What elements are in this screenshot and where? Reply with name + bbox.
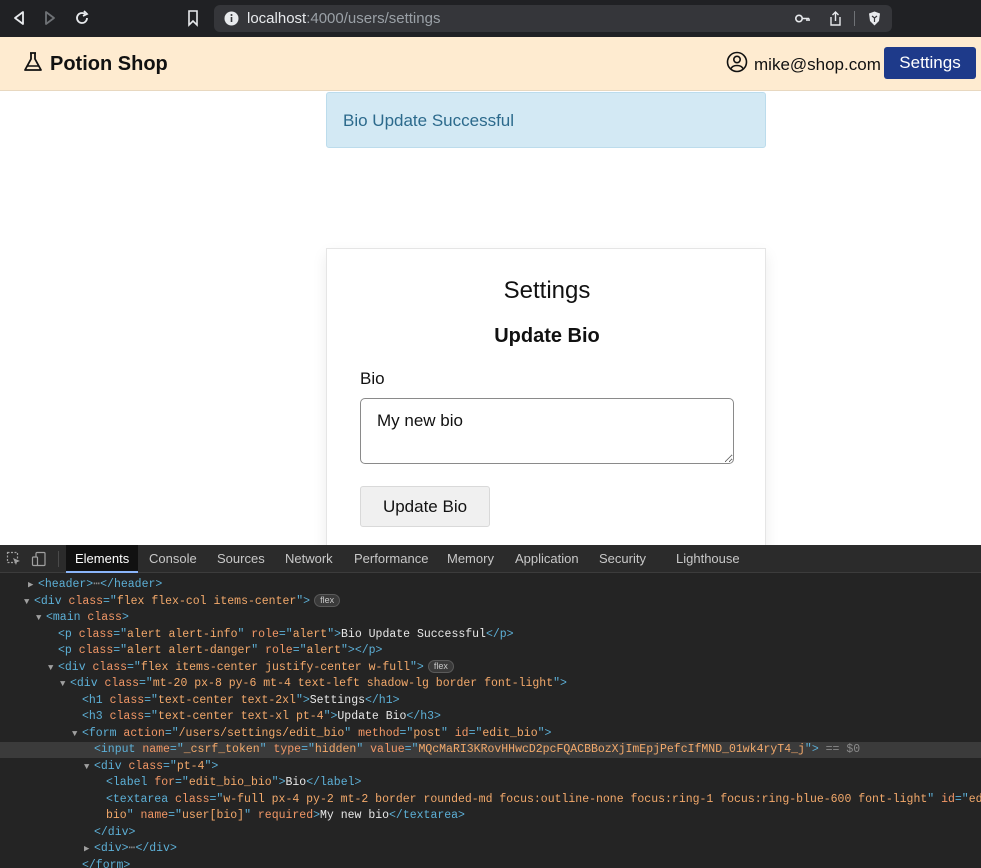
brand[interactable]: Potion Shop <box>22 51 168 78</box>
user-email: mike@shop.com <box>754 54 881 74</box>
dom-node-line[interactable]: ▼ <form action="/users/settings/edit_bio"… <box>0 726 551 742</box>
section-title: Update Bio <box>494 325 600 347</box>
dom-node-line[interactable]: ▶ <div>⋯</div> <box>0 841 177 857</box>
dom-node-line[interactable]: <p class="alert alert-info" role="alert"… <box>0 627 514 643</box>
share-icon[interactable] <box>827 10 844 27</box>
dom-node-line[interactable]: <p class="alert alert-danger" role="aler… <box>0 643 382 659</box>
tab-lighthouse[interactable]: Lighthouse <box>667 545 749 573</box>
address-bar[interactable]: localhost:4000/users/settings <box>214 5 892 32</box>
address-divider <box>854 11 855 26</box>
url-host: localhost <box>247 10 307 27</box>
tab-application[interactable]: Application <box>506 545 588 573</box>
inspect-element-icon[interactable] <box>6 551 22 567</box>
dom-node-line[interactable]: ▶ <header>⋯</header> <box>0 577 162 593</box>
user-menu[interactable]: mike@shop.com <box>726 51 881 78</box>
tab-performance[interactable]: Performance <box>345 545 437 573</box>
dom-node-line[interactable]: <label for="edit_bio_bio">Bio</label> <box>0 775 361 791</box>
browser-toolbar: localhost:4000/users/settings <box>0 0 981 37</box>
back-icon[interactable] <box>9 8 29 28</box>
dom-node-line[interactable]: bio" name="user[bio]" required>My new bi… <box>0 808 465 824</box>
tab-console[interactable]: Console <box>140 545 206 573</box>
dom-node-line[interactable]: <h1 class="text-center text-2xl">Setting… <box>0 693 400 709</box>
devtools-panel: Elements Console Sources Network Perform… <box>0 545 981 868</box>
dom-node-line[interactable]: ▼ <div class="pt-4"> <box>0 759 218 775</box>
user-avatar-icon <box>726 51 748 78</box>
tab-network[interactable]: Network <box>276 545 342 573</box>
dom-node-line[interactable]: ▼ <div class="mt-20 px-8 py-6 mt-4 text-l… <box>0 676 567 692</box>
dom-node-line[interactable]: ▼ <div class="flex items-center justify-c… <box>0 659 454 676</box>
dom-node-line[interactable]: <input name="_csrf_token" type="hidden" … <box>0 742 981 758</box>
devtools-tabbar: Elements Console Sources Network Perform… <box>0 545 981 573</box>
dom-node-line[interactable]: </div> <box>0 825 135 841</box>
bio-label: Bio <box>360 369 385 388</box>
bio-textarea[interactable]: My new bio <box>360 398 734 464</box>
tab-memory[interactable]: Memory <box>438 545 503 573</box>
dom-node-line[interactable]: ▼ <div class="flex flex-col items-center"… <box>0 593 341 610</box>
app-header: Potion Shop mike@shop.com Settings <box>0 37 981 91</box>
tab-security[interactable]: Security <box>590 545 655 573</box>
reload-icon[interactable] <box>72 8 92 28</box>
url-path: :4000/users/settings <box>306 10 441 27</box>
dom-node-line[interactable]: </form> <box>0 858 130 868</box>
update-bio-button[interactable]: Update Bio <box>360 486 490 527</box>
url-text: localhost:4000/users/settings <box>247 10 440 27</box>
site-info-icon[interactable] <box>223 10 240 27</box>
device-toolbar-icon[interactable] <box>31 551 47 567</box>
brand-title: Potion Shop <box>50 53 168 75</box>
page-title: Settings <box>503 277 591 304</box>
tab-sources[interactable]: Sources <box>208 545 274 573</box>
tabbar-divider <box>58 551 59 567</box>
dom-node-line[interactable]: <h3 class="text-center text-xl pt-4">Upd… <box>0 709 441 725</box>
key-icon[interactable] <box>794 10 811 27</box>
forward-icon[interactable] <box>40 8 60 28</box>
bookmark-icon[interactable] <box>183 8 203 28</box>
tab-elements[interactable]: Elements <box>66 545 139 573</box>
settings-button[interactable]: Settings <box>884 47 976 79</box>
dom-node-line[interactable]: ▼ <main class> <box>0 610 129 626</box>
dom-node-line[interactable]: <textarea class="w-full px-4 py-2 mt-2 b… <box>0 792 981 808</box>
brave-shield-icon[interactable] <box>866 10 883 27</box>
settings-card: Settings Update Bio Bio My new bio Updat… <box>326 248 766 568</box>
flask-icon <box>22 51 44 78</box>
alert-info: Bio Update Successful <box>326 92 766 148</box>
